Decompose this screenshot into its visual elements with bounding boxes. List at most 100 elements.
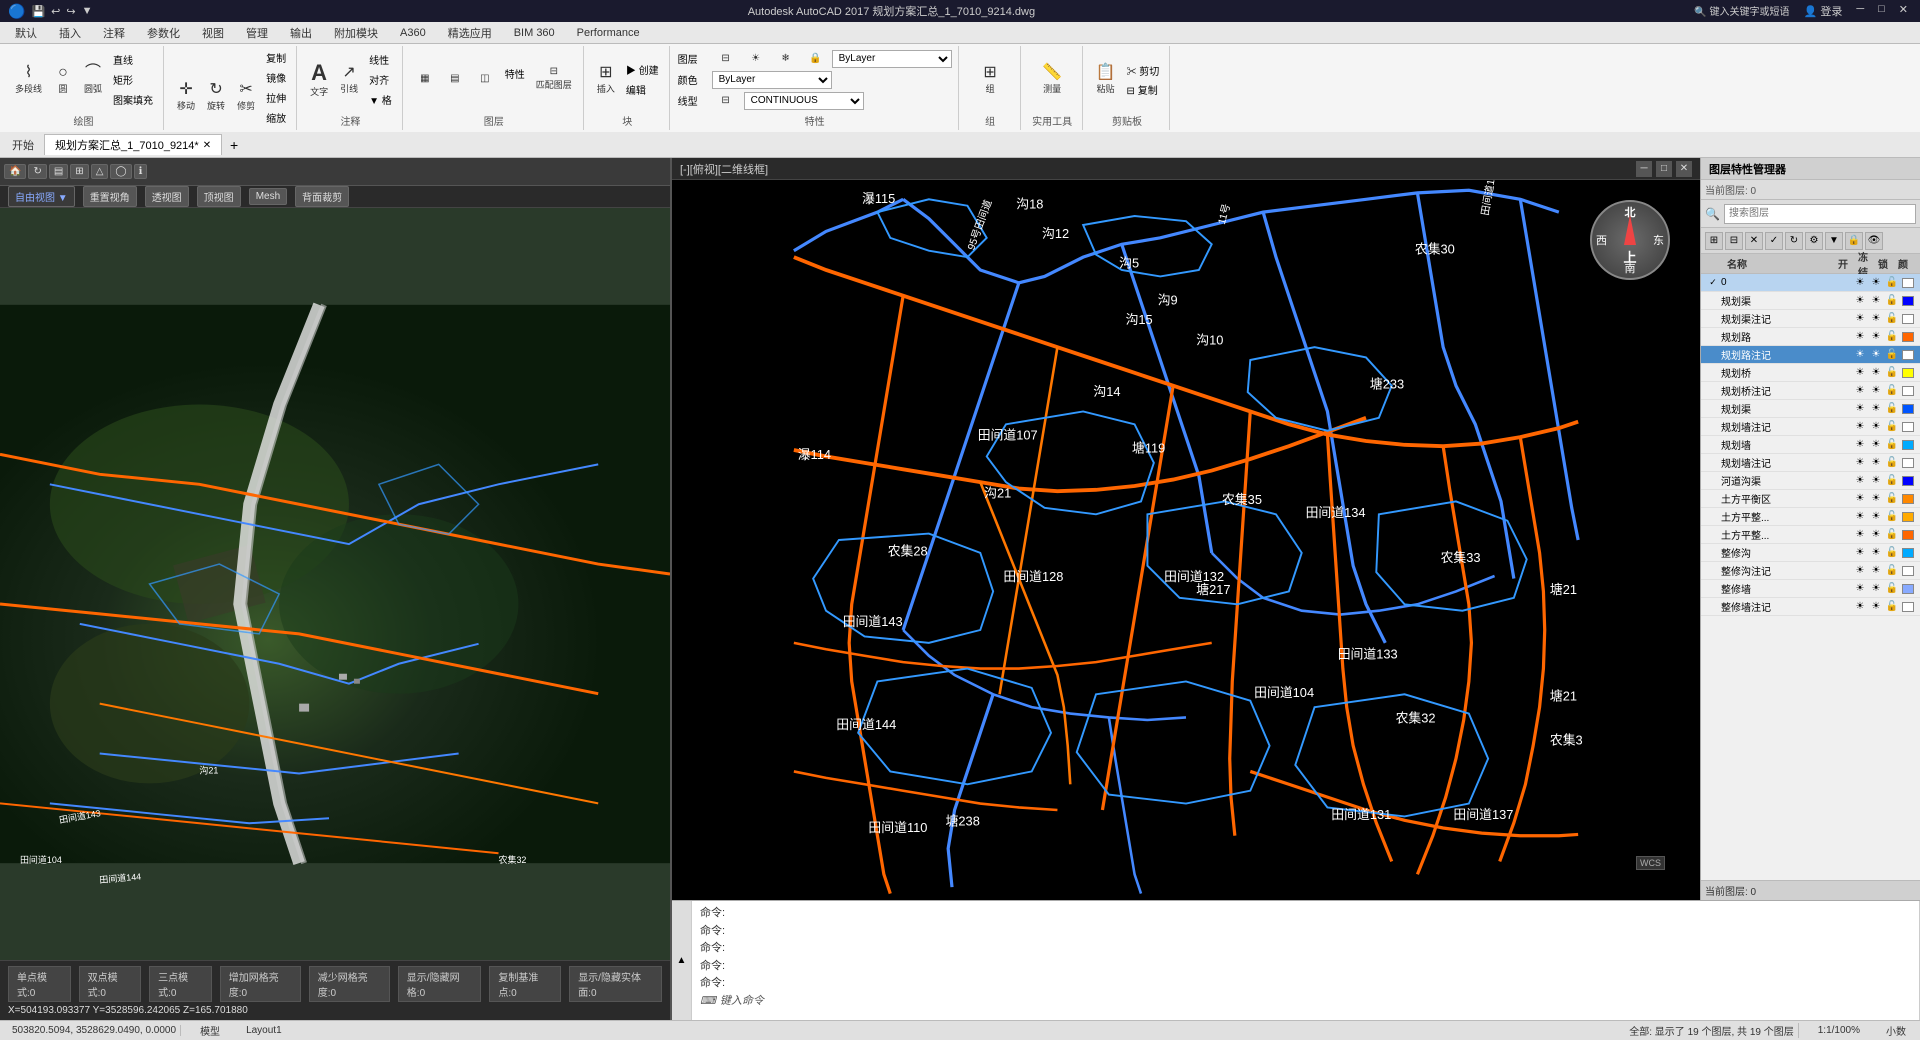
layer-freeze-icon[interactable]: ☀ — [1868, 439, 1884, 450]
tab-parametric[interactable]: 参数化 — [136, 22, 191, 43]
layer-freeze-icon[interactable]: ☀ — [1868, 331, 1884, 342]
layer-on-icon[interactable]: ☀ — [1852, 601, 1868, 612]
circle-btn[interactable]: ○ 圆 — [49, 62, 77, 98]
layer-row[interactable]: 规划桥 ☀ ☀ 🔓 — [1701, 364, 1920, 382]
grid-bright-btn[interactable]: 增加网格亮度:0 — [220, 966, 301, 1002]
layer-on-icon[interactable]: ☀ — [1852, 313, 1868, 324]
create-block-btn[interactable]: ▶ 创建 — [622, 61, 663, 79]
layer-freeze-icon[interactable]: ☀ — [1868, 385, 1884, 396]
layer-row[interactable]: 土方平整... ☀ ☀ 🔓 — [1701, 508, 1920, 526]
layer-props-btn[interactable]: ⊟ — [712, 50, 740, 68]
window-close[interactable]: ✕ — [1895, 3, 1912, 19]
layer-row[interactable]: 整修墙 ☀ ☀ 🔓 — [1701, 580, 1920, 598]
doc-tab-close[interactable]: ✕ — [203, 140, 211, 151]
viewport-3d-content[interactable]: 田间道143 田间道144 田间道104 沟21 农集32 — [0, 208, 670, 960]
single-point-btn[interactable]: 单点模式:0 — [8, 966, 71, 1002]
layer-search-input[interactable] — [1724, 204, 1916, 224]
layer-lock-icon[interactable]: 🔓 — [1884, 565, 1900, 576]
layer-lock-icon[interactable]: 🔓 — [1884, 349, 1900, 360]
start-tab[interactable]: 开始 — [4, 135, 42, 155]
gradient-btn[interactable]: ▤ — [441, 64, 469, 93]
layer-lock-icon[interactable]: 🔓 — [1884, 583, 1900, 594]
layer-on-icon[interactable]: ☀ — [1852, 583, 1868, 594]
tab-output[interactable]: 输出 — [279, 22, 323, 43]
layer-refresh-btn[interactable]: ↻ — [1785, 232, 1803, 250]
layer-lock-icon[interactable]: 🔓 — [1884, 403, 1900, 414]
layer-row[interactable]: 规划路注记 ☀ ☀ 🔓 — [1701, 346, 1920, 364]
layer-row[interactable]: 规划渠注记 ☀ ☀ 🔓 — [1701, 310, 1920, 328]
layer-freeze-icon[interactable]: ☀ — [1868, 565, 1884, 576]
layer-row[interactable]: 规划渠 ☀ ☀ 🔓 — [1701, 400, 1920, 418]
tab-addins[interactable]: 附加模块 — [323, 22, 389, 43]
layer-row[interactable]: 规划渠 ☀ ☀ 🔓 — [1701, 292, 1920, 310]
hatch-label-btn[interactable]: 特性 — [501, 64, 529, 82]
status-layout-btn[interactable]: Layout1 — [239, 1024, 289, 1037]
line-btn[interactable]: 直线 — [109, 51, 157, 69]
layer-new-btn[interactable]: ⊞ — [1705, 232, 1723, 250]
layer-on-icon[interactable]: ☀ — [1852, 367, 1868, 378]
rotate-btn[interactable]: ↻ 旋转 — [202, 79, 230, 115]
layer-on-icon[interactable]: ☀ — [1852, 493, 1868, 504]
doc-tab-main[interactable]: 规划方案汇总_1_7010_9214* ✕ — [44, 134, 222, 155]
layer-freeze-icon[interactable]: ☀ — [1868, 295, 1884, 306]
layer-freeze-icon[interactable]: ☀ — [1868, 511, 1884, 522]
layer-on-icon[interactable]: ☀ — [1852, 385, 1868, 396]
vp2d-minimize[interactable]: ─ — [1636, 161, 1652, 177]
vp3d-icon3[interactable]: ▤ — [49, 164, 68, 179]
layer-freeze-icon[interactable]: ☀ — [1868, 475, 1884, 486]
layer-on-icon[interactable]: ☀ — [1852, 421, 1868, 432]
multiline-btn[interactable]: ⌇ 多段线 — [10, 62, 47, 98]
layer-freeze-btn[interactable]: ❄ — [772, 50, 800, 68]
status-model-btn[interactable]: 模型 — [193, 1022, 227, 1039]
leader-btn[interactable]: ↗ 引线 — [335, 62, 363, 98]
text-btn[interactable]: A 文字 — [305, 59, 333, 101]
tab-featured[interactable]: 精选应用 — [437, 22, 503, 43]
layer-lock-icon[interactable]: 🔓 — [1884, 511, 1900, 522]
layer-lock-icon[interactable]: 🔓 — [1884, 385, 1900, 396]
layer-freeze-icon[interactable]: ☀ — [1868, 601, 1884, 612]
linetype-props-btn[interactable]: ⊟ — [712, 92, 740, 110]
layer-lock-icon[interactable]: 🔓 — [1884, 475, 1900, 486]
layer-on-icon[interactable]: ☀ — [1852, 331, 1868, 342]
layer-lock-btn[interactable]: 🔒 — [802, 50, 830, 68]
mirror-btn[interactable]: 镜像 — [262, 68, 290, 86]
layer-on-icon[interactable]: ☀ — [1852, 475, 1868, 486]
measure-btn[interactable]: 📏 测量 — [1037, 62, 1067, 98]
layer-toggle-btn[interactable]: ☀ — [742, 50, 770, 68]
layer-select[interactable]: ByLayer — [832, 50, 952, 68]
layer-on-icon[interactable]: ☀ — [1852, 511, 1868, 522]
layer-freeze-icon[interactable]: ☀ — [1868, 313, 1884, 324]
layer-freeze-icon[interactable]: ☀ — [1868, 403, 1884, 414]
layer-row[interactable]: 规划墙注记 ☀ ☀ 🔓 — [1701, 454, 1920, 472]
grid-dim-btn[interactable]: 减少网格亮度:0 — [309, 966, 390, 1002]
tab-annotate[interactable]: 注释 — [92, 22, 136, 43]
scale-btn[interactable]: 缩放 — [262, 108, 290, 126]
vp2d-close[interactable]: ✕ — [1676, 161, 1692, 177]
rect-btn[interactable]: 矩形 — [109, 71, 157, 89]
layer-on-icon[interactable]: ☀ — [1852, 349, 1868, 360]
command-output[interactable]: 命令: 命令: 命令: 命令: 命令: ⌨ 键入命令 — [692, 901, 1920, 1020]
dim-style-btn[interactable]: ▼ 格 — [365, 91, 396, 109]
solid-show-btn[interactable]: 显示/隐藏实体面:0 — [569, 966, 662, 1002]
layer-on-icon[interactable]: ☀ — [1852, 529, 1868, 540]
view-reset-btn[interactable]: 重置视角 — [83, 186, 137, 207]
trim-btn[interactable]: ✂ 修剪 — [232, 79, 260, 115]
layer-row[interactable]: 规划墙注记 ☀ ☀ 🔓 — [1701, 418, 1920, 436]
vp3d-icon4[interactable]: ⊞ — [70, 164, 88, 179]
layer-lock-icon[interactable]: 🔓 — [1884, 439, 1900, 450]
vp3d-icon6[interactable]: ◯ — [110, 164, 131, 179]
layer-new-props-btn[interactable]: ⊟ — [1725, 232, 1743, 250]
layer-freeze-icon[interactable]: ☀ — [1868, 277, 1884, 288]
layer-lock-icon[interactable]: 🔓 — [1884, 457, 1900, 468]
copy-btn[interactable]: 复制 — [262, 48, 290, 66]
layer-header-name[interactable]: 名称 — [1725, 256, 1836, 271]
layer-lock-all-btn[interactable]: 🔒 — [1845, 232, 1863, 250]
layer-freeze-icon[interactable]: ☀ — [1868, 349, 1884, 360]
quick-access-save[interactable]: 💾 — [31, 5, 45, 18]
layer-current-btn[interactable]: ✓ — [1765, 232, 1783, 250]
grid-show-btn[interactable]: 显示/隐藏网格:0 — [398, 966, 482, 1002]
view-persp-btn[interactable]: 透视图 — [145, 186, 189, 207]
window-search[interactable]: 🔍 键入关键字或短语 — [1690, 3, 1793, 19]
layer-freeze-icon[interactable]: ☀ — [1868, 367, 1884, 378]
move-btn[interactable]: ✛ 移动 — [172, 79, 200, 115]
